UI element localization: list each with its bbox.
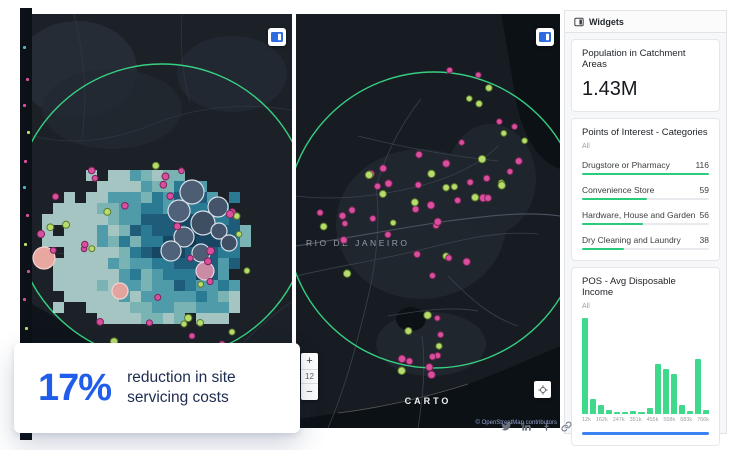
widgets-icon: [574, 17, 584, 27]
city-label: RIO DE JANEIRO: [306, 238, 409, 248]
poi-category-label: Convenience Store: [582, 185, 654, 195]
widgets-toggle-button[interactable]: [268, 28, 286, 46]
poi-bar-fill: [582, 173, 709, 175]
zoom-level: 12: [301, 369, 318, 384]
panel-icon: [271, 32, 283, 42]
histogram-bar: [647, 408, 653, 414]
poi-bar-track: [582, 223, 709, 225]
widget-title: Population in Catchment Areas: [582, 48, 709, 70]
histogram-bar: [703, 410, 709, 414]
map-right[interactable]: RIO DE JANEIRO + 12 − CARTO © OpenStreet…: [296, 14, 560, 428]
linkedin-icon[interactable]: [521, 421, 532, 432]
map-right-art: RIO DE JANEIRO: [296, 14, 560, 428]
poi-category-value: 116: [695, 160, 709, 170]
zoom-out-button[interactable]: −: [301, 384, 318, 400]
poi-widget: Points of Interest - Categories All Drug…: [571, 118, 720, 261]
histogram-bar: [606, 410, 612, 414]
population-value: 1.43M: [582, 78, 709, 101]
locate-button[interactable]: [534, 381, 551, 398]
histogram-bar: [638, 412, 644, 414]
poi-category-value: 59: [700, 185, 709, 195]
twitter-icon[interactable]: [501, 421, 512, 432]
poi-category-row[interactable]: Drugstore or Pharmacy 116: [582, 160, 709, 175]
population-widget: Population in Catchment Areas 1.43M: [571, 39, 720, 112]
pos-widget: POS - Avg Disposable Income All 12k 162k…: [571, 267, 720, 446]
layer-chip: [26, 214, 29, 217]
layer-chip: [24, 243, 27, 246]
layer-chip: [26, 78, 29, 81]
poi-bar-fill: [582, 223, 643, 225]
tick-label: 12k: [582, 417, 591, 423]
histogram-bar: [687, 411, 693, 414]
poi-category-label: Hardware, House and Garden: [582, 210, 695, 220]
poi-category-row[interactable]: Convenience Store 59: [582, 185, 709, 200]
carto-logo[interactable]: CARTO: [405, 396, 452, 406]
tick-label: 683k: [680, 417, 692, 423]
tick-label: 247k: [613, 417, 625, 423]
social-links: [501, 421, 572, 432]
tick-label: 766k: [697, 417, 709, 423]
widget-filter-label: All: [582, 303, 709, 310]
tick-label: 351k: [630, 417, 642, 423]
histogram-bar: [630, 411, 636, 414]
facebook-icon[interactable]: [541, 421, 552, 432]
histogram-bar: [655, 364, 661, 414]
layer-chip: [23, 186, 26, 189]
tick-label: 162k: [596, 417, 608, 423]
poi-category-row[interactable]: Dry Cleaning and Laundry 38: [582, 235, 709, 250]
histogram-bar: [598, 405, 604, 414]
link-icon[interactable]: [561, 421, 572, 432]
tick-label: 558k: [663, 417, 675, 423]
tick-label: 455k: [646, 417, 658, 423]
zoom-in-button[interactable]: +: [301, 353, 318, 369]
layer-chip: [23, 46, 26, 49]
layer-chip: [23, 104, 26, 107]
histogram-bar: [679, 405, 685, 414]
poi-category-row[interactable]: Hardware, House and Garden 56: [582, 210, 709, 225]
layer-chip: [27, 131, 30, 134]
histogram-bar: [590, 399, 596, 414]
pos-histogram-ticks: 12k 162k 247k 351k 455k 558k 683k 766k: [582, 417, 709, 423]
layer-chip: [25, 327, 28, 330]
stat-text-line1: reduction in site: [127, 368, 236, 388]
widgets-header[interactable]: Widgets: [565, 11, 726, 33]
poi-bar-track: [582, 173, 709, 175]
poi-bar-fill: [582, 248, 624, 250]
poi-bar-fill: [582, 198, 647, 200]
poi-category-label: Dry Cleaning and Laundry: [582, 235, 681, 245]
histogram-bar: [582, 318, 588, 414]
widget-scrollbar[interactable]: [582, 432, 709, 435]
stat-card: 17% reduction in site servicing costs: [14, 343, 300, 433]
layer-chip: [24, 160, 27, 163]
histogram-bar: [663, 369, 669, 414]
widgets-toggle-button[interactable]: [536, 28, 554, 46]
widgets-panel: Widgets Population in Catchment Areas 1.…: [564, 10, 727, 434]
stat-text-line2: servicing costs: [127, 388, 236, 408]
poi-bar-track: [582, 248, 709, 250]
layer-chip: [27, 270, 30, 273]
widget-title: POS - Avg Disposable Income: [582, 276, 709, 298]
pos-histogram[interactable]: [582, 318, 709, 414]
widget-title: Points of Interest - Categories: [582, 127, 709, 138]
histogram-bar: [671, 374, 677, 414]
histogram-bar: [622, 412, 628, 414]
poi-category-value: 56: [700, 210, 709, 220]
histogram-bar: [614, 412, 620, 414]
zoom-control: + 12 −: [301, 353, 318, 400]
panel-icon: [539, 32, 551, 42]
layer-chip: [23, 298, 26, 301]
poi-category-value: 38: [700, 235, 709, 245]
locate-icon: [538, 385, 548, 395]
histogram-bar: [695, 359, 701, 414]
stat-text: reduction in site servicing costs: [127, 368, 236, 408]
poi-category-label: Drugstore or Pharmacy: [582, 160, 670, 170]
poi-bar-track: [582, 198, 709, 200]
stat-value: 17%: [38, 367, 111, 410]
widget-filter-label: All: [582, 143, 709, 150]
widgets-header-label: Widgets: [589, 17, 624, 27]
